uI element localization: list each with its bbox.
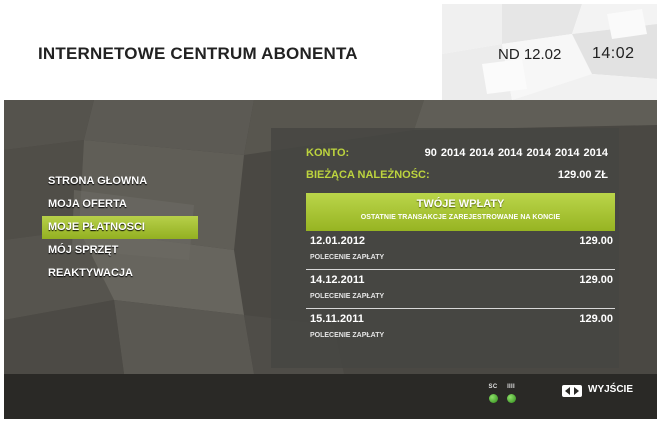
sidebar-menu: STRONA GŁOWNA MOJA OFERTA MOJE PŁATNOSCI… [42, 170, 202, 285]
signal-indicator-label: IIII [507, 384, 515, 390]
transaction-amount: 129.00 [579, 235, 613, 247]
page-title: INTERNETOWE CENTRUM ABONENTA [38, 44, 358, 63]
transaction-date: 15.11.2011 [310, 313, 364, 325]
menu-item-label: STRONA GŁOWNA [48, 175, 148, 187]
footer-bar: SC IIII WYJŚCIE [4, 374, 657, 419]
transaction-amount: 129.00 [579, 313, 613, 325]
exit-label: WYJŚCIE [588, 384, 634, 395]
balance-label: BIEŻĄCA NALEŻNOŚC: [306, 169, 430, 181]
transaction-date: 12.01.2012 [310, 235, 366, 247]
account-number: 90 2014 2014 2014 2014 2014 2014 [424, 147, 608, 159]
menu-item-strona-glowna[interactable]: STRONA GŁOWNA [42, 170, 202, 193]
transaction-amount: 129.00 [579, 274, 613, 286]
sc-indicator: SC [486, 384, 500, 403]
status-led-icon [488, 394, 498, 403]
signal-indicator: IIII [504, 384, 518, 403]
menu-item-label: MOJE PŁATNOSCI [48, 221, 145, 233]
payments-banner[interactable]: TWÓJE WPŁATY OSTATNIE TRANSAKCJE ZAREJES… [306, 193, 615, 231]
date-display: ND 12.02 [498, 46, 562, 63]
exit-arrows-icon [562, 385, 582, 397]
menu-item-reaktywacja[interactable]: REAKTYWACJA [42, 262, 202, 285]
menu-item-moj-sprzet[interactable]: MÓJ SPRZĘT [42, 239, 202, 262]
transaction-date: 14.12.2011 [310, 274, 365, 286]
menu-item-label: MOJA OFERTA [48, 198, 127, 210]
transaction-type: POLECENIE ZAPŁATY [310, 332, 385, 339]
menu-item-label: MÓJ SPRZĘT [48, 244, 119, 256]
account-row: KONTO: 90 2014 2014 2014 2014 2014 2014 [306, 147, 608, 165]
account-label: KONTO: [306, 147, 350, 159]
balance-row: BIEŻĄCA NALEŻNOŚC: 129.00 ZŁ [306, 169, 608, 187]
transaction-separator [306, 269, 615, 270]
transaction-type: POLECENIE ZAPŁATY [310, 254, 385, 261]
payments-banner-subtitle: OSTATNIE TRANSAKCJE ZAREJESTROWANE NA KO… [360, 214, 561, 221]
menu-item-moja-oferta[interactable]: MOJA OFERTA [42, 193, 202, 216]
clock-display: 14:02 [592, 45, 635, 62]
header-bar: INTERNETOWE CENTRUM ABONENTA ND 12.02 14… [4, 4, 657, 100]
sc-indicator-label: SC [488, 384, 498, 390]
status-led-icon [506, 394, 516, 403]
transaction-type: POLECENIE ZAPŁATY [310, 293, 385, 300]
balance-value: 129.00 ZŁ [557, 169, 608, 181]
payments-banner-title: TWÓJE WPŁATY [416, 198, 505, 210]
transaction-separator [306, 308, 615, 309]
tv-screen: INTERNETOWE CENTRUM ABONENTA ND 12.02 14… [4, 4, 657, 419]
menu-item-moje-platnosci[interactable]: MOJE PŁATNOSCI [42, 216, 198, 239]
menu-item-label: REAKTYWACJA [48, 267, 133, 279]
